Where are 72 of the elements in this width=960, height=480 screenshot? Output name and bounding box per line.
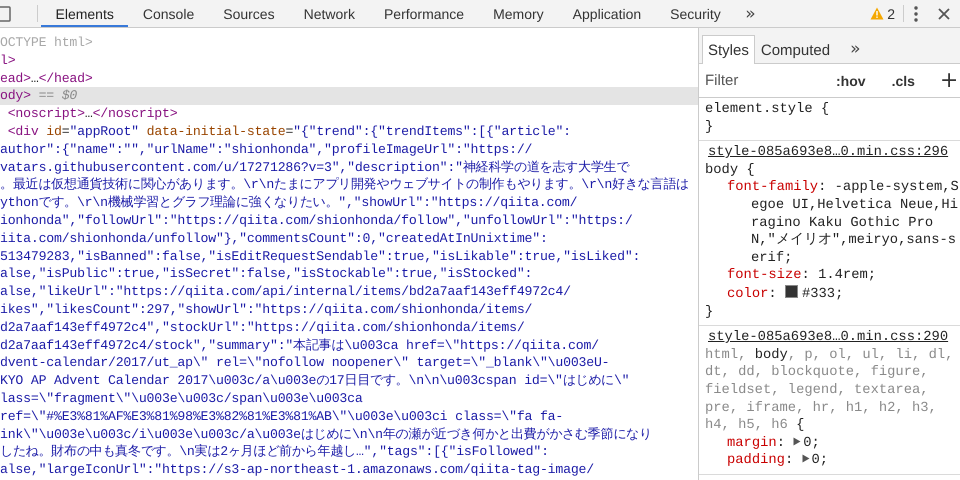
- panel-tab[interactable]: Security: [656, 0, 736, 27]
- code-attribute-value: "{"trend":{"trendItems":[{"article":: [293, 124, 571, 139]
- code-attribute-value: ink\"\u003e\u003c/i\u003e\u003c/a\u003eはじめに\n\n年の瀬が近づき何かと出費がかさむ季節になり: [0, 426, 652, 442]
- code-attribute-value: alse,"isPublic":true,"isSecret":false,"isStockable":true,"isStocked":: [0, 266, 532, 282]
- code-attribute-value: "appRoot": [69, 124, 139, 139]
- code-attribute-value: KYO AP Advent Calendar 2017\u003c/a\u003eの17日目です。\n\n\u003cspan id=\"はじめに\": [0, 373, 630, 388]
- panel-tab[interactable]: Network: [289, 0, 370, 27]
- panel-tab[interactable]: Application: [558, 0, 656, 27]
- filter-field[interactable]: Filter: [705, 72, 815, 89]
- code-attribute-value: したね。財布の中も真冬です。\n実は2ヶ月ほど前から年越し…","tags":[{"isFollowed":: [0, 444, 549, 460]
- color-swatch[interactable]: [784, 284, 798, 298]
- expand-triangle-icon[interactable]: [793, 436, 802, 446]
- code-attribute-value: d2a7aaf143eff4972c4","stockUrl":"https://qiita.com/shionhonda/items/: [0, 320, 525, 335]
- code-attribute-value: alse,"largeIconUrl":"https://s3-ap-northeast-1.amazonaws.com/qiita-tag-image/: [0, 462, 594, 478]
- warnings-button[interactable]: 2: [862, 0, 903, 27]
- device-mode-icon: [0, 4, 14, 22]
- css-declaration[interactable]: font-size: 1.4rem;: [705, 267, 960, 285]
- code-attribute-value: ikes","likesCount":297,"showUrl":"https://qiita.com/shionhonda/items/: [0, 302, 532, 317]
- code-attribute-name: id: [45, 124, 62, 139]
- hover-state-toggle[interactable]: :hov: [829, 72, 873, 88]
- css-declaration[interactable]: margin: 0;: [705, 434, 960, 452]
- new-rule-button[interactable]: +: [936, 70, 960, 92]
- css-declaration[interactable]: font-family: -apple-system,Segoe UI,Helvetica Neue,Hiragino Kaku Gothic ProN,"メイリオ",meiryo,sans-serif;: [705, 179, 960, 268]
- rule-selector: body {: [705, 162, 756, 180]
- code-text: …: [84, 106, 93, 122]
- code-selection-marker: == $0: [38, 88, 78, 104]
- code-attribute-value: ref=\"#%E3%81%AF%E3%81%98%E3%82%81%E3%81%AB\"\u003e\u003ci class=\"fa fa-: [0, 408, 564, 424]
- code-tag: ody>: [0, 88, 31, 104]
- code-doctype: OCTYPE html>: [0, 35, 93, 50]
- warning-icon: [870, 7, 884, 20]
- panel-tab[interactable]: Elements: [41, 0, 128, 27]
- code-text: =: [62, 124, 70, 139]
- vertical-dots-icon: [914, 6, 918, 22]
- code-tag: <noscript>: [0, 106, 85, 122]
- rule-selector: element.style {: [705, 101, 830, 119]
- sidebar-tab[interactable]: Styles: [702, 35, 755, 64]
- code-attribute-value: ionhonda","followUrl":"https://qiita.com/shionhonda/follow","unfollowUrl":"https:/: [0, 212, 633, 228]
- code-attribute-value: d2a7aaf143eff4972c4/stock","summary":"本記事は\u003ca href=\"https://qiita.com/: [0, 338, 599, 353]
- close-brace: }: [705, 118, 714, 136]
- sidebar-tab[interactable]: Computed: [754, 35, 836, 64]
- more-tabs-button[interactable]: »: [737, 0, 764, 27]
- code-attribute-value: iita.com/shionhonda/unfollow"},"commentsCount":0,"createdAtInUnixtime":: [0, 230, 548, 246]
- more-tabs-button[interactable]: »: [842, 34, 868, 63]
- panel-tab[interactable]: Console: [128, 0, 209, 27]
- close-icon: [938, 8, 950, 20]
- panel-tab[interactable]: Performance: [369, 0, 479, 27]
- code-tag: ead>: [0, 70, 31, 86]
- css-declaration[interactable]: padding: 0;: [705, 452, 960, 470]
- code-attribute-value: alse,"likeUrl":"https://qiita.com/api/internal/items/bd2a7aaf143eff4972c4/: [0, 284, 571, 300]
- expand-triangle-icon[interactable]: [802, 454, 810, 464]
- code-attribute-value: 513479283,"isBanned":false,"isEditRequestSendable":true,"isLikable":true,"isLiked":: [0, 248, 640, 264]
- code-tag: l>: [0, 52, 16, 68]
- stylesheet-link[interactable]: style-085a693e8…0.min.css:290: [708, 329, 948, 347]
- code-attribute-value: vatars.githubusercontent.com/u/17271286?v=3","description":"神経科学の道を志す大学生で: [0, 160, 630, 175]
- stylesheet-link[interactable]: style-085a693e8…0.min.css:296: [708, 144, 948, 162]
- code-tag: <div: [0, 124, 39, 139]
- code-attribute-value: author":{"name":"","urlName":"shionhonda","profileImageUrl":"https://: [0, 142, 532, 157]
- code-attribute-value: dvent-calendar/2017/ut_ap\" rel=\"nofollow noopener\" target=\"_blank\"\u003eU-: [0, 355, 610, 370]
- panel-tab[interactable]: Memory: [478, 0, 558, 27]
- close-brace: }: [705, 304, 714, 322]
- code-attribute-name: data-initial-state: [146, 124, 286, 139]
- css-declaration[interactable]: color: #333;: [705, 284, 960, 304]
- code-attribute-value: ythonです。\r\n機械学習とグラフ理論に強くなりたい。","showUrl":"https://qiita.com/: [0, 195, 578, 210]
- code-tag: </noscript>: [92, 106, 178, 122]
- code-attribute-value: 。最近は仮想通貨技術に関心があります。\r\nたまにアプリ開発やウェブサイトの制作もやります。\r\n好きな言語は: [0, 177, 689, 192]
- code-text: =: [285, 124, 294, 139]
- code-tag: </head>: [38, 70, 93, 86]
- rule-selector: html, body, p, ol, ul, li, dl, dt, dd, blockquote, figure, fieldset, legend, textarea, pre, iframe, hr, h1, h2, h3, h4, h5, h6 {: [705, 346, 954, 435]
- panel-tab[interactable]: Sources: [208, 0, 290, 27]
- code-attribute-value: lass=\"fragment\"\u003e\u003c/span\u003e\u003ca: [0, 390, 363, 406]
- class-toggle[interactable]: .cls: [884, 72, 922, 88]
- code-text: …: [30, 70, 39, 86]
